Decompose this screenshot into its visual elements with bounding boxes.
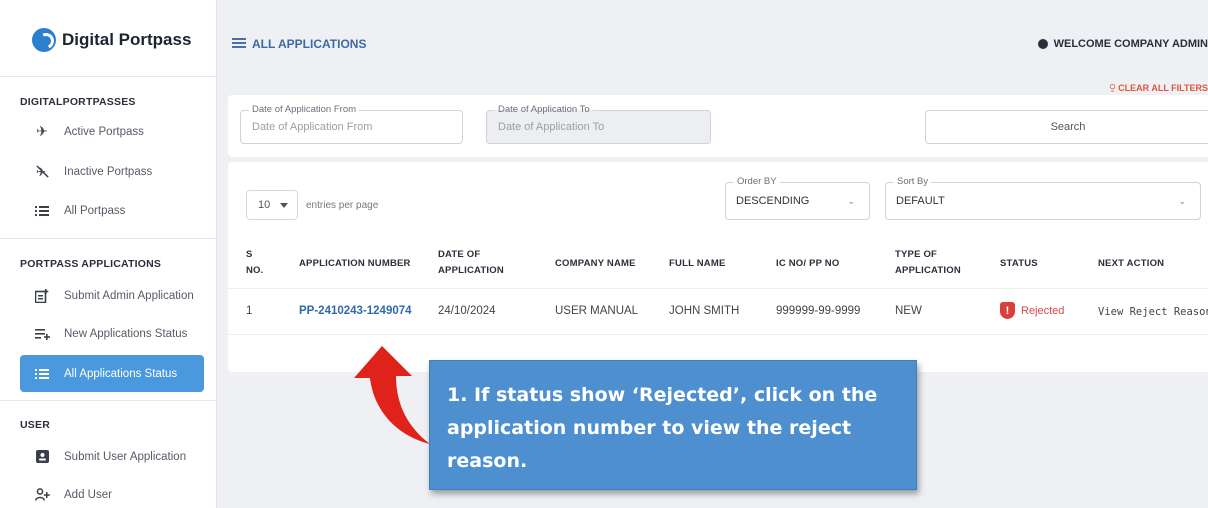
sort-by-label: Sort By: [894, 176, 932, 187]
callout-text: 1. If status show ‘Rejected’, click on t…: [447, 384, 878, 472]
dropdown-arrow-icon: [280, 202, 288, 208]
status-badge: ! Rejected: [1000, 302, 1064, 319]
entries-value: 10: [258, 199, 271, 211]
cell-sno: 1: [246, 305, 253, 317]
column-header-sno[interactable]: S NO.: [246, 247, 268, 279]
date-from-placeholder: Date of Application From: [252, 121, 373, 133]
app-logo[interactable]: Digital Portpass: [32, 28, 191, 52]
table-divider: [228, 288, 1208, 289]
application-number-link[interactable]: PP-2410243-1249074: [299, 305, 412, 317]
sidebar-item-add-user[interactable]: Add User: [20, 476, 204, 508]
user-menu[interactable]: WELCOME COMPANY ADMIN: [1037, 38, 1208, 50]
cell-date: 24/10/2024: [438, 305, 496, 317]
welcome-text: WELCOME COMPANY ADMIN: [1053, 38, 1208, 50]
sidebar-item-label: New Applications Status: [64, 327, 188, 340]
chevron-down-icon: ⌄: [847, 195, 855, 206]
clear-filters-button[interactable]: ⍜ CLEAR ALL FILTERS: [1110, 82, 1208, 93]
app-name: Digital Portpass: [62, 30, 192, 49]
menu-icon[interactable]: [232, 38, 246, 48]
sidebar-item-active-portpass[interactable]: ✈ Active Portpass: [20, 113, 204, 150]
column-header-status[interactable]: STATUS: [1000, 256, 1038, 272]
order-by-select[interactable]: Order BY DESCENDING ⌄: [725, 176, 870, 220]
filter-card: Date of Application From Date of Applica…: [228, 95, 1208, 157]
date-from-label: Date of Application From: [249, 104, 360, 115]
cell-full-name: JOHN SMITH: [669, 305, 740, 317]
sidebar-divider: [0, 238, 217, 239]
order-by-value: DESCENDING: [736, 195, 810, 207]
date-to-placeholder: Date of Application To: [498, 121, 605, 133]
status-text: Rejected: [1021, 304, 1065, 317]
sidebar-item-new-applications-status[interactable]: New Applications Status: [20, 315, 204, 352]
instruction-callout: 1. If status show ‘Rejected’, click on t…: [429, 360, 917, 490]
clear-filters-label: CLEAR ALL FILTERS: [1118, 82, 1208, 93]
sidebar-item-inactive-portpass[interactable]: ✈ Inactive Portpass: [20, 153, 204, 190]
sort-by-select[interactable]: Sort By DEFAULT ⌄: [885, 176, 1201, 220]
sidebar-item-label: All Portpass: [64, 204, 126, 217]
column-header-type[interactable]: TYPE OF APPLICATION: [895, 247, 970, 279]
sidebar-item-label: All Applications Status: [64, 367, 178, 380]
sidebar-item-all-portpass[interactable]: All Portpass: [20, 192, 204, 229]
sidebar-section-title: PORTPASS APPLICATIONS: [20, 258, 162, 270]
sidebar-divider: [0, 76, 217, 77]
airplane-icon: ✈: [36, 123, 48, 139]
portpass-logo-icon: [32, 28, 56, 52]
sidebar-item-label: Submit User Application: [64, 450, 187, 463]
cell-ic-no: 999999-99-9999: [776, 305, 861, 317]
cell-type: NEW: [895, 305, 922, 317]
sidebar-item-label: Active Portpass: [64, 125, 144, 138]
sidebar-item-label: Submit Admin Application: [64, 289, 194, 302]
curved-arrow-icon: [354, 346, 430, 444]
date-from-field[interactable]: Date of Application From Date of Applica…: [240, 104, 463, 144]
column-header-company-name[interactable]: COMPANY NAME: [555, 256, 636, 272]
cell-company-name: USER MANUAL: [555, 305, 639, 317]
column-header-date[interactable]: DATE OF APPLICATION: [438, 247, 518, 279]
sidebar: Digital Portpass DIGITALPORTPASSES ✈ Act…: [0, 0, 217, 508]
list-add-icon: [34, 326, 50, 342]
add-document-icon: [34, 288, 50, 304]
id-card-icon: [34, 449, 50, 465]
page-title: ALL APPLICATIONS: [252, 37, 367, 51]
entries-select[interactable]: 10: [246, 190, 298, 220]
filter-off-icon: ⍜: [1109, 82, 1116, 92]
column-header-application-number[interactable]: APPLICATION NUMBER: [299, 256, 411, 272]
date-to-field[interactable]: Date of Application To Date of Applicati…: [486, 104, 711, 144]
order-by-label: Order BY: [734, 176, 780, 187]
sidebar-section-title: DIGITALPORTPASSES: [20, 96, 136, 108]
search-input[interactable]: Search: [925, 110, 1208, 144]
add-user-icon: [34, 487, 50, 503]
airplane-off-icon: ✈: [34, 164, 50, 180]
sidebar-divider: [0, 400, 217, 401]
column-header-full-name[interactable]: FULL NAME: [669, 256, 726, 272]
list-icon: [34, 366, 50, 382]
view-reject-reason-link[interactable]: View Reject Reason: [1098, 306, 1208, 318]
sidebar-item-label: Add User: [64, 488, 112, 501]
table-divider: [228, 334, 1208, 335]
sidebar-item-label: Inactive Portpass: [64, 165, 153, 178]
sort-by-value: DEFAULT: [896, 195, 945, 207]
chevron-down-icon: ⌄: [1178, 195, 1186, 206]
sidebar-item-submit-admin-application[interactable]: Submit Admin Application: [20, 277, 204, 314]
sidebar-item-all-applications-status[interactable]: All Applications Status: [20, 355, 204, 392]
search-placeholder: Search: [1050, 121, 1086, 133]
column-header-next-action[interactable]: NEXT ACTION: [1098, 256, 1164, 272]
top-bar: ALL APPLICATIONS WELCOME COMPANY ADMIN ⍜…: [217, 0, 1208, 93]
rejected-shield-icon: !: [1000, 302, 1015, 319]
entries-per-page: 10 entries per page: [246, 190, 378, 220]
user-icon: [1037, 39, 1048, 49]
list-icon: [34, 203, 50, 219]
sidebar-section-title: USER: [20, 419, 50, 431]
column-header-ic-no[interactable]: IC NO/ PP NO: [776, 256, 839, 272]
entries-label: entries per page: [306, 199, 379, 211]
sidebar-item-submit-user-application[interactable]: Submit User Application: [20, 438, 204, 475]
date-to-label: Date of Application To: [495, 104, 593, 115]
